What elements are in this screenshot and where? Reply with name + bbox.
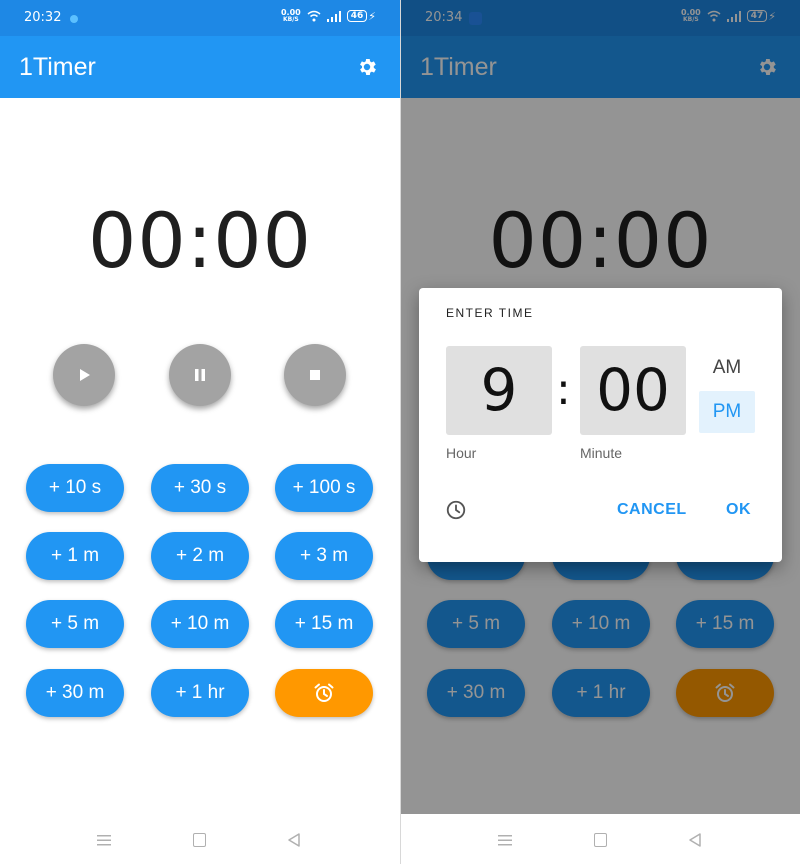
navigation-bar bbox=[401, 814, 800, 864]
play-icon bbox=[80, 369, 90, 381]
alarm-button[interactable] bbox=[275, 669, 373, 717]
hour-label: Hour bbox=[446, 445, 477, 461]
navigation-bar bbox=[0, 814, 400, 864]
pause-icon bbox=[195, 369, 205, 381]
minute-label: Minute bbox=[580, 445, 623, 461]
wifi-icon bbox=[307, 10, 321, 22]
add-30m-button[interactable]: + 30 m bbox=[26, 669, 124, 717]
network-speed: 0.00 KB/S bbox=[280, 8, 301, 24]
add-1hr-button[interactable]: + 1 hr bbox=[151, 669, 249, 717]
add-2m-button[interactable]: + 2 m bbox=[151, 532, 249, 580]
add-15m-button[interactable]: + 15 m bbox=[275, 600, 373, 648]
add-3m-button[interactable]: + 3 m bbox=[275, 532, 373, 580]
back-icon[interactable] bbox=[688, 833, 702, 847]
cancel-button[interactable]: CANCEL bbox=[617, 501, 687, 519]
home-icon[interactable] bbox=[594, 833, 607, 847]
time-picker-dialog: ENTER TIME 9 : 00 Hour Minute AM PM CANC… bbox=[419, 288, 782, 562]
menu-icon[interactable] bbox=[97, 835, 111, 846]
timer-screen-with-dialog: 20:34 0.00 KB/S 47 ⚡︎ 1Timer 00:00 + 5 m… bbox=[401, 0, 800, 864]
home-icon[interactable] bbox=[193, 833, 206, 847]
stop-button[interactable] bbox=[284, 344, 346, 406]
add-5m-button[interactable]: + 5 m bbox=[26, 600, 124, 648]
play-button[interactable] bbox=[53, 344, 115, 406]
back-icon[interactable] bbox=[287, 833, 301, 847]
notification-icon bbox=[70, 15, 78, 23]
app-bar: 1Timer bbox=[0, 36, 400, 98]
app-title: 1Timer bbox=[19, 53, 96, 81]
alarm-clock-icon bbox=[314, 683, 334, 702]
add-30s-button[interactable]: + 30 s bbox=[151, 464, 249, 512]
add-10m-button[interactable]: + 10 m bbox=[151, 600, 249, 648]
status-time: 20:32 bbox=[24, 10, 62, 25]
timer-display: 00:00 bbox=[87, 196, 313, 285]
stop-icon bbox=[310, 370, 320, 380]
status-indicators: 0.00 KB/S 46 ⚡︎ bbox=[280, 8, 376, 24]
menu-icon[interactable] bbox=[498, 835, 512, 846]
ok-button[interactable]: OK bbox=[726, 501, 751, 519]
hour-input[interactable]: 9 bbox=[446, 346, 552, 435]
charging-icon: ⚡︎ bbox=[368, 9, 376, 23]
timer-screen: 20:32 0.00 KB/S 46 ⚡︎ 1Timer 00:00 + 10 … bbox=[0, 0, 400, 864]
gear-icon[interactable] bbox=[356, 56, 378, 78]
minute-input[interactable]: 00 bbox=[580, 346, 686, 435]
pause-button[interactable] bbox=[169, 344, 231, 406]
pm-toggle[interactable]: PM bbox=[699, 391, 755, 433]
clock-icon[interactable] bbox=[445, 499, 467, 521]
signal-icon bbox=[326, 10, 341, 22]
status-bar: 20:32 0.00 KB/S 46 ⚡︎ bbox=[0, 0, 400, 36]
am-toggle[interactable]: AM bbox=[699, 347, 755, 389]
add-1m-button[interactable]: + 1 m bbox=[26, 532, 124, 580]
battery-icon: 46 ⚡︎ bbox=[346, 9, 376, 23]
add-10s-button[interactable]: + 10 s bbox=[26, 464, 124, 512]
time-separator: : bbox=[556, 364, 571, 415]
dialog-title: ENTER TIME bbox=[446, 306, 534, 320]
add-100s-button[interactable]: + 100 s bbox=[275, 464, 373, 512]
